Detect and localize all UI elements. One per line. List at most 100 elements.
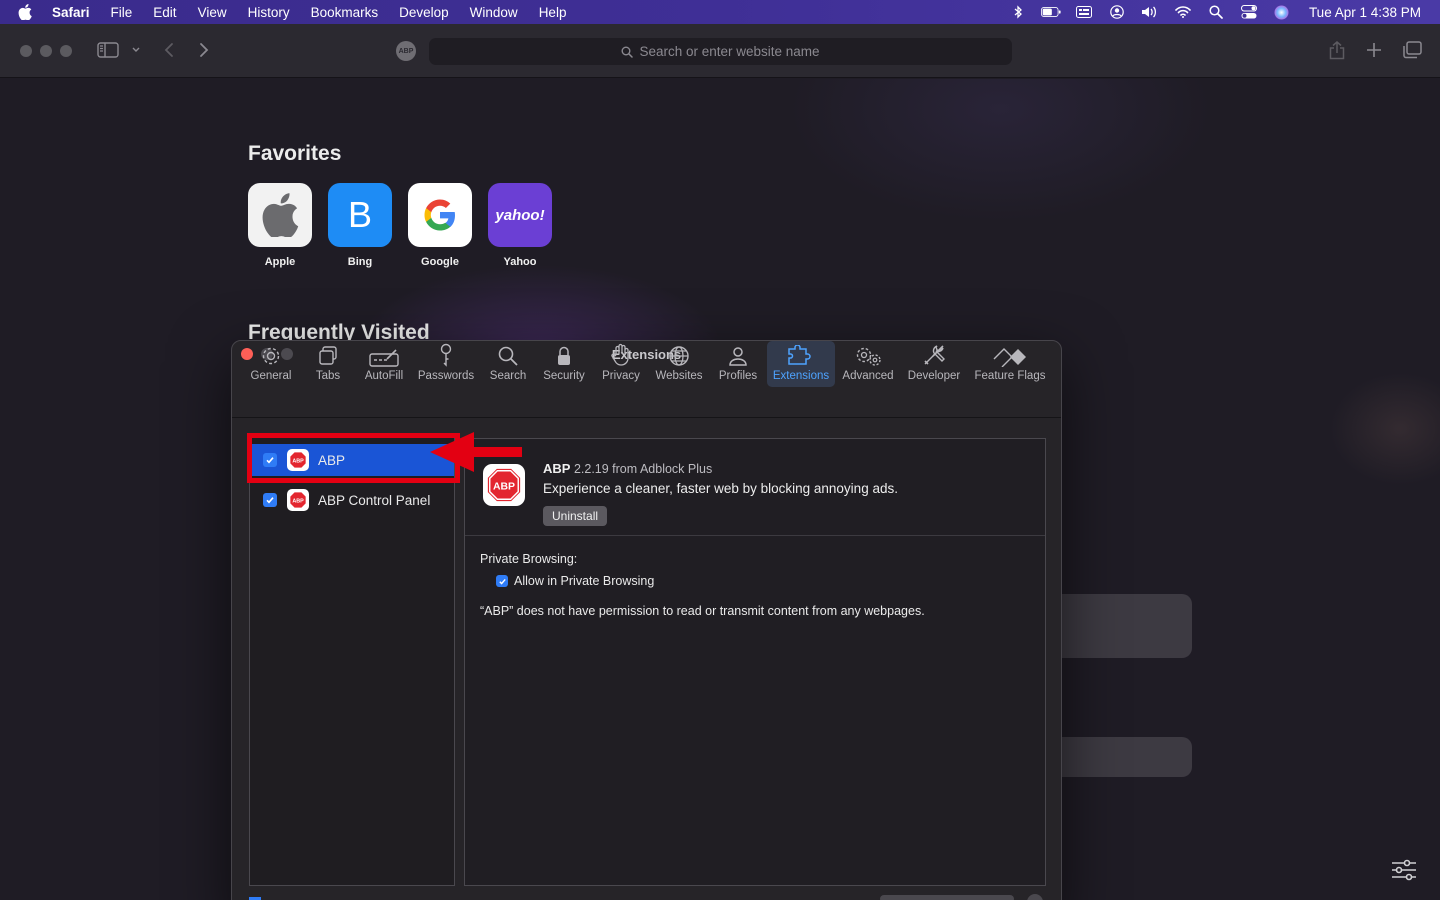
- yahoo-logo-icon: yahoo!: [488, 183, 552, 247]
- battery-icon[interactable]: [1040, 4, 1061, 20]
- tab-tabs[interactable]: Tabs: [311, 341, 345, 387]
- hand-icon: [611, 341, 631, 367]
- puzzle-extension-icon: [787, 341, 815, 367]
- gears-icon: [854, 341, 882, 367]
- private-browsing-label: Private Browsing:: [480, 552, 578, 566]
- extension-title-name: ABP: [543, 461, 571, 476]
- control-center-icon[interactable]: [1239, 4, 1259, 20]
- allow-private-browsing-option[interactable]: Allow in Private Browsing: [496, 574, 654, 588]
- magnifier-icon: [497, 341, 519, 367]
- bing-logo-icon: B: [328, 183, 392, 247]
- bluetooth-icon[interactable]: [1008, 4, 1028, 20]
- flags-icon: [992, 341, 1028, 367]
- svg-text:ABP: ABP: [292, 498, 304, 504]
- share-icon[interactable]: [1328, 40, 1346, 60]
- favorite-label: Bing: [347, 256, 373, 268]
- favorite-label: Google: [421, 256, 459, 268]
- extension-description: Experience a cleaner, faster web by bloc…: [543, 481, 898, 496]
- person-icon: [728, 341, 748, 367]
- menu-bar: Safari File Edit View History Bookmarks …: [0, 0, 1440, 24]
- favorite-google[interactable]: Google: [408, 183, 472, 268]
- spotlight-search-icon[interactable]: [1206, 4, 1226, 20]
- apple-menu-icon[interactable]: [18, 4, 38, 20]
- lock-icon: [556, 341, 572, 367]
- tab-profiles[interactable]: Profiles: [716, 341, 760, 387]
- annotation-highlight-box: [247, 433, 460, 483]
- keyboard-input-icon[interactable]: [1074, 4, 1094, 20]
- extension-detail-pane: ABP ABP 2.2.19 from Adblock Plus Experie…: [464, 438, 1046, 886]
- tab-websites[interactable]: Websites: [653, 341, 705, 387]
- tab-privacy[interactable]: Privacy: [599, 341, 643, 387]
- favorite-label: Yahoo: [503, 256, 537, 268]
- menubar-clock[interactable]: Tue Apr 1 4:38 PM: [1309, 5, 1421, 20]
- sidebar-toggle-icon[interactable]: [97, 42, 119, 58]
- allow-private-browsing-label: Allow in Private Browsing: [514, 574, 655, 588]
- siri-icon[interactable]: [1272, 4, 1292, 20]
- more-extensions-button[interactable]: [880, 895, 1014, 900]
- allow-private-browsing-checkbox[interactable]: [496, 575, 508, 587]
- menu-file[interactable]: File: [111, 5, 133, 20]
- google-logo-icon: [408, 183, 472, 247]
- tab-passwords[interactable]: Passwords: [417, 341, 475, 387]
- extension-title: ABP 2.2.19 from Adblock Plus: [543, 461, 712, 476]
- user-account-icon[interactable]: [1107, 4, 1127, 20]
- search-icon: [621, 46, 634, 58]
- window-zoom-button[interactable]: [60, 45, 72, 57]
- menu-edit[interactable]: Edit: [153, 5, 176, 20]
- extension-enabled-checkbox[interactable]: [263, 493, 277, 507]
- extensions-list: ABP ABP ABP ABP Control Panel: [249, 436, 455, 886]
- tab-security[interactable]: Security: [540, 341, 588, 387]
- tab-overview-icon[interactable]: [1402, 41, 1422, 59]
- address-placeholder: Search or enter website name: [639, 44, 820, 59]
- menu-history[interactable]: History: [248, 5, 290, 20]
- menu-safari[interactable]: Safari: [52, 5, 90, 20]
- permission-notice: “ABP” does not have permission to read o…: [480, 604, 925, 618]
- uninstall-button[interactable]: Uninstall: [543, 506, 608, 526]
- tab-general[interactable]: General: [249, 341, 293, 387]
- key-icon: [439, 341, 453, 367]
- extension-row-abp-control-panel[interactable]: ABP ABP Control Panel: [250, 484, 454, 516]
- chevron-down-icon[interactable]: [131, 46, 141, 54]
- volume-icon[interactable]: [1140, 4, 1160, 20]
- address-bar[interactable]: Search or enter website name: [429, 38, 1012, 65]
- apple-logo-icon: [248, 183, 312, 247]
- tabs-icon: [317, 341, 339, 367]
- prefs-divider: [232, 417, 1061, 418]
- menu-help[interactable]: Help: [539, 5, 567, 20]
- extension-detail-header: ABP ABP 2.2.19 from Adblock Plus Experie…: [465, 439, 1045, 536]
- abp-toolbar-icon[interactable]: ABP: [396, 41, 416, 61]
- extension-name: ABP Control Panel: [318, 492, 431, 508]
- tab-developer[interactable]: Developer: [906, 341, 962, 387]
- abp-logo-icon: ABP: [287, 489, 309, 511]
- autofill-pencil-icon: [369, 341, 399, 367]
- tab-advanced[interactable]: Advanced: [840, 341, 896, 387]
- favorite-apple[interactable]: Apple: [248, 183, 312, 268]
- frequently-visited-card[interactable]: [1040, 594, 1192, 658]
- menu-view[interactable]: View: [198, 5, 227, 20]
- tab-autofill[interactable]: AutoFill: [362, 341, 406, 387]
- tab-feature-flags[interactable]: Feature Flags: [973, 341, 1047, 387]
- window-close-button[interactable]: [20, 45, 32, 57]
- favorites-title: Favorites: [248, 142, 342, 165]
- menu-window[interactable]: Window: [470, 5, 518, 20]
- favorite-label: Apple: [264, 256, 296, 268]
- wrench-screwdriver-icon: [922, 341, 946, 367]
- favorite-bing[interactable]: B Bing: [328, 183, 392, 268]
- extension-version: 2.2.19 from Adblock Plus: [573, 462, 713, 476]
- tab-extensions[interactable]: Extensions: [767, 341, 835, 387]
- menu-bookmarks[interactable]: Bookmarks: [311, 5, 379, 20]
- svg-text:ABP: ABP: [493, 481, 515, 492]
- tab-search[interactable]: Search: [488, 341, 528, 387]
- forward-arrow-icon[interactable]: [198, 42, 210, 58]
- wifi-icon[interactable]: [1173, 4, 1193, 20]
- globe-icon: [668, 341, 690, 367]
- window-minimize-button[interactable]: [40, 45, 52, 57]
- start-page-settings-icon[interactable]: [1391, 858, 1417, 887]
- menu-develop[interactable]: Develop: [399, 5, 449, 20]
- back-arrow-icon[interactable]: [163, 42, 175, 58]
- gear-icon: [260, 341, 282, 367]
- new-tab-plus-icon[interactable]: [1366, 42, 1382, 58]
- frequently-visited-card[interactable]: [1040, 737, 1192, 777]
- favorite-yahoo[interactable]: yahoo! Yahoo: [488, 183, 552, 268]
- extensions-preferences-window: Extensions General Tabs AutoFill Passwor…: [231, 340, 1062, 900]
